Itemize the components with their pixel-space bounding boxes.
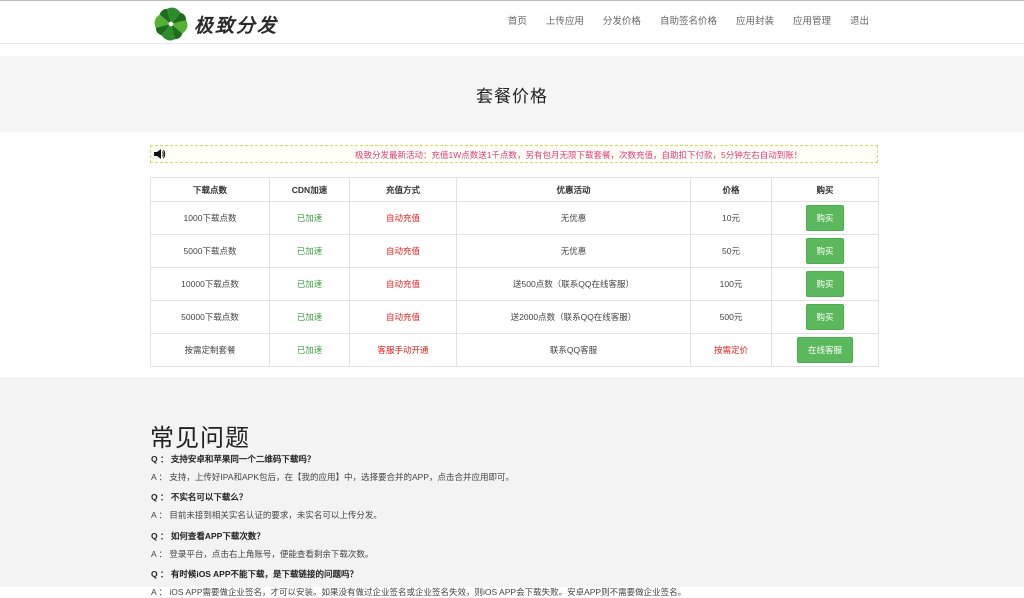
cell-method: 客服手动开通 (349, 333, 457, 367)
nav-home[interactable]: 首页 (508, 13, 527, 27)
pinwheel-logo-icon (154, 7, 188, 41)
cell-buy: 购买 (771, 267, 879, 301)
faq-section: 常见问题 Q ： 支持安卓和苹果同一个二维码下载吗？ A ： 支持，上传好IPA… (0, 377, 1024, 597)
cell-buy: 购买 (771, 234, 879, 268)
table-row: 10000下载点数 已加速 自动充值 送500点数（联系QQ在线客服） 100元… (150, 267, 879, 301)
nav-distribution-price[interactable]: 分发价格 (603, 13, 641, 27)
logo-text: 极致分发 (194, 14, 279, 37)
cell-promo: 无优惠 (456, 201, 691, 235)
col-header-cdn: CDN加速 (269, 177, 350, 202)
cell-cdn: 已加速 (269, 201, 350, 235)
col-header-buy: 购买 (771, 177, 879, 202)
col-header-method: 充值方式 (349, 177, 457, 202)
table-row: 5000下载点数 已加速 自动充值 无优惠 50元 购买 (150, 234, 879, 268)
faq-item: Q ： 不实名可以下载么？ A ： 目前未接到相关实名认证的要求，未实名可以上传… (151, 491, 382, 521)
faq-item: Q ： 如何查看APP下载次数？ A ： 登录平台，点击右上角账号，便能查看剩余… (151, 530, 373, 560)
cell-method: 自动充值 (349, 234, 457, 268)
table-row: 50000下载点数 已加速 自动充值 送2000点数（联系QQ在线客服） 500… (150, 300, 879, 334)
buy-button[interactable]: 购买 (806, 238, 844, 264)
cell-points: 1000下载点数 (150, 201, 270, 235)
cell-points: 5000下载点数 (150, 234, 270, 268)
cell-price: 按需定价 (690, 333, 772, 367)
buy-button[interactable]: 购买 (806, 271, 844, 297)
cell-price: 50元 (690, 234, 772, 268)
col-header-promo: 优惠活动 (456, 177, 691, 202)
cell-promo: 联系QQ客服 (456, 333, 691, 367)
table-header-row: 下载点数 CDN加速 充值方式 优惠活动 价格 购买 (150, 177, 879, 202)
nav-upload-app[interactable]: 上传应用 (546, 13, 584, 27)
cell-price: 100元 (690, 267, 772, 301)
cell-buy: 在线客服 (771, 333, 879, 367)
cell-promo: 无优惠 (456, 234, 691, 268)
notice-bar: 极致分发最新活动：充值1W点数送1千点数，另有包月无限下载套餐，次数充值，自助扣… (150, 145, 878, 163)
cell-cdn: 已加速 (269, 234, 350, 268)
cell-cdn: 已加速 (269, 300, 350, 334)
faq-title: 常见问题 (150, 425, 250, 452)
top-header: 极致分发 首页 上传应用 分发价格 自助签名价格 应用封装 应用管理 退出 (0, 0, 1024, 44)
faq-question: Q ： 支持安卓和苹果同一个二维码下载吗？ (151, 454, 316, 464)
main-nav: 首页 上传应用 分发价格 自助签名价格 应用封装 应用管理 退出 (489, 1, 869, 39)
buy-button[interactable]: 购买 (806, 304, 844, 330)
cell-points: 10000下载点数 (150, 267, 270, 301)
faq-question: Q ： 有时候iOS APP不能下载，是下载链接的问题吗？ (151, 569, 359, 579)
cell-method: 自动充值 (349, 267, 457, 301)
cell-method: 自动充值 (349, 201, 457, 235)
faq-answer: A ： 登录平台，点击右上角账号，便能查看剩余下载次数。 (151, 549, 374, 559)
faq-answer: A ： 目前未接到相关实名认证的要求，未实名可以上传分发。 (151, 510, 382, 520)
nav-app-manage[interactable]: 应用管理 (793, 13, 831, 27)
speaker-icon (154, 149, 166, 159)
cell-cdn: 已加速 (269, 333, 350, 367)
cell-price: 500元 (690, 300, 772, 334)
cell-price: 10元 (690, 201, 772, 235)
nav-app-wrap[interactable]: 应用封装 (736, 13, 774, 27)
col-header-price: 价格 (690, 177, 772, 202)
faq-answer: A ： iOS APP需要做企业签名，才可以安装。如果没有做过企业签名或企业签名… (151, 587, 687, 597)
cell-buy: 购买 (771, 300, 879, 334)
online-support-button[interactable]: 在线客服 (796, 337, 853, 363)
table-row: 1000下载点数 已加速 自动充值 无优惠 10元 购买 (150, 201, 879, 235)
faq-answer: A ： 支持，上传好IPA和APK包后，在【我的应用】中，选择要合并的APP，点… (151, 472, 515, 482)
notice-text: 极致分发最新活动：充值1W点数送1千点数，另有包月无限下载套餐，次数充值，自助扣… (355, 150, 803, 160)
buy-button[interactable]: 购买 (806, 205, 844, 231)
cell-method: 自动充值 (349, 300, 457, 334)
cell-promo: 送2000点数（联系QQ在线客服） (456, 300, 691, 334)
logo[interactable]: 极致分发 (152, 5, 278, 43)
faq-question: Q ： 如何查看APP下载次数？ (151, 531, 265, 541)
cell-cdn: 已加速 (269, 267, 350, 301)
cell-points: 按需定制套餐 (150, 333, 270, 367)
page-title: 套餐价格 (476, 86, 548, 106)
title-band: 套餐价格 (0, 56, 1024, 132)
table-row: 按需定制套餐 已加速 客服手动开通 联系QQ客服 按需定价 在线客服 (150, 333, 879, 367)
faq-item: Q ： 支持安卓和苹果同一个二维码下载吗？ A ： 支持，上传好IPA和APK包… (151, 453, 514, 483)
nav-logout[interactable]: 退出 (850, 13, 869, 27)
cell-buy: 购买 (771, 201, 879, 235)
cell-promo: 送500点数（联系QQ在线客服） (456, 267, 691, 301)
faq-question: Q ： 不实名可以下载么？ (151, 492, 248, 502)
cell-points: 50000下载点数 (150, 300, 270, 334)
col-header-points: 下载点数 (150, 177, 270, 202)
price-table: 下载点数 CDN加速 充值方式 优惠活动 价格 购买 1000下载点数 已加速 … (150, 177, 879, 367)
nav-self-sign-price[interactable]: 自助签名价格 (660, 13, 717, 27)
faq-item: Q ： 有时候iOS APP不能下载，是下载链接的问题吗？ A ： iOS AP… (151, 568, 686, 598)
